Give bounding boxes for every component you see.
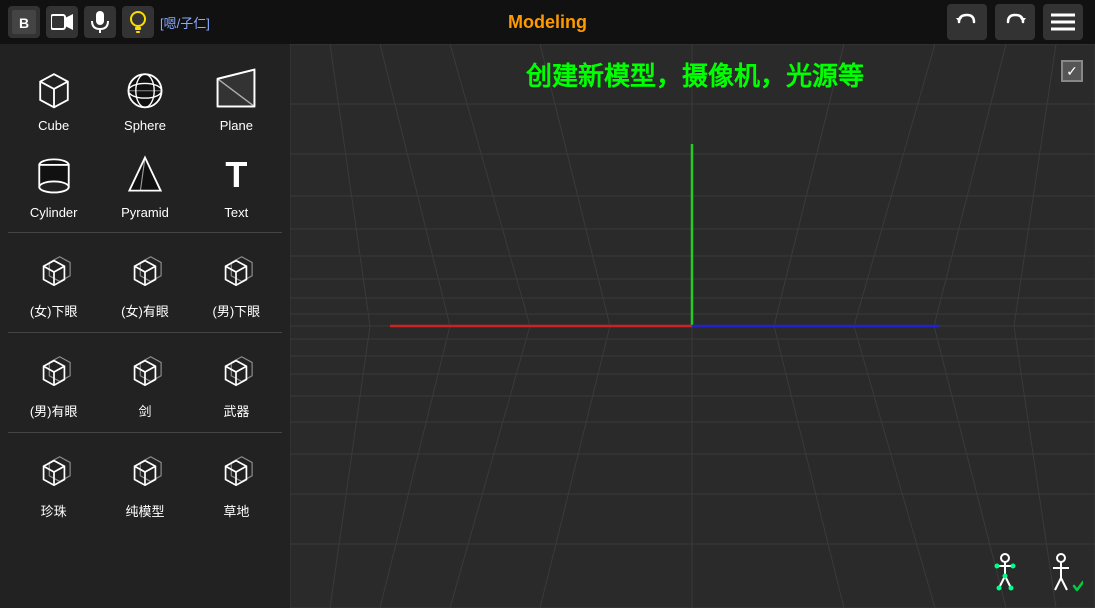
female-eye-label: (女)有眼 xyxy=(121,301,169,320)
person-icon[interactable] xyxy=(1039,552,1083,596)
pyramid-item[interactable]: Pyramid xyxy=(99,141,190,228)
male-lower-eye-item[interactable]: (男)下眼 xyxy=(191,237,282,328)
grass-label: 草地 xyxy=(223,501,249,520)
subtitle: 创建新模型，摄像机，光源等 xyxy=(295,50,1095,99)
bracket-text: [嗯/子仁] xyxy=(160,13,210,32)
text-item[interactable]: T Text xyxy=(191,141,282,228)
pearl-item[interactable]: 珍珠 xyxy=(8,437,99,528)
cube-label: Cube xyxy=(38,118,69,133)
female-lower-eye-icon xyxy=(28,245,80,297)
sphere-item[interactable]: Sphere xyxy=(99,54,190,141)
text-label: Text xyxy=(224,205,248,220)
grid-svg: .grid-line { stroke: #3a3a3a; stroke-wid… xyxy=(290,44,1095,608)
cylinder-icon xyxy=(28,149,80,201)
plane-icon xyxy=(210,62,262,114)
lightbulb-icon[interactable] xyxy=(122,6,154,38)
male-eye-item[interactable]: (男)有眼 xyxy=(8,337,99,428)
separator-2 xyxy=(8,332,282,333)
male-eye-label: (男)有眼 xyxy=(30,401,78,420)
header: B [嗯/子仁] Modeling xyxy=(0,0,1095,44)
pure-model-icon xyxy=(119,445,171,497)
viewport[interactable]: .grid-line { stroke: #3a3a3a; stroke-wid… xyxy=(290,44,1095,608)
sword-icon xyxy=(119,345,171,397)
grass-item[interactable]: 草地 xyxy=(191,437,282,528)
basic-shapes-grid: Cube Sphere xyxy=(8,54,282,228)
header-right xyxy=(947,4,1095,40)
female-eye-item[interactable]: (女)有眼 xyxy=(99,237,190,328)
cube-item[interactable]: Cube xyxy=(8,54,99,141)
male-lower-eye-label: (男)下眼 xyxy=(212,301,260,320)
redo-button[interactable] xyxy=(995,4,1035,40)
grass-icon xyxy=(210,445,262,497)
female-lower-eye-label: (女)下眼 xyxy=(30,301,78,320)
sphere-label: Sphere xyxy=(124,118,166,133)
weapon-item[interactable]: 武器 xyxy=(191,337,282,428)
pyramid-label: Pyramid xyxy=(121,205,169,220)
sword-label: 剑 xyxy=(138,401,151,420)
menu-button[interactable] xyxy=(1043,4,1083,40)
plane-item[interactable]: Plane xyxy=(191,54,282,141)
custom-row2: (男)有眼 剑 xyxy=(8,337,282,428)
separator-1 xyxy=(8,232,282,233)
pearl-label: 珍珠 xyxy=(41,501,67,520)
skeleton-icon[interactable] xyxy=(983,552,1027,596)
plane-label: Plane xyxy=(220,118,253,133)
sphere-icon xyxy=(119,62,171,114)
bottom-right-icons xyxy=(983,552,1083,596)
cube-icon xyxy=(28,62,80,114)
video-icon[interactable] xyxy=(46,6,78,38)
weapon-label: 武器 xyxy=(223,401,249,420)
viewport-checkbox[interactable]: ✓ xyxy=(1061,60,1083,82)
sword-item[interactable]: 剑 xyxy=(99,337,190,428)
custom-row3: 珍珠 纯模型 xyxy=(8,437,282,528)
header-title: Modeling xyxy=(508,12,587,33)
text-icon-el: T xyxy=(210,149,262,201)
left-panel: Cube Sphere xyxy=(0,44,290,608)
app-logo[interactable]: B xyxy=(8,6,40,38)
svg-text:B: B xyxy=(19,15,29,31)
separator-3 xyxy=(8,432,282,433)
cylinder-label: Cylinder xyxy=(30,205,78,220)
male-eye-icon xyxy=(28,345,80,397)
cylinder-item[interactable]: Cylinder xyxy=(8,141,99,228)
header-left: B [嗯/子仁] xyxy=(0,6,947,38)
pyramid-icon xyxy=(119,149,171,201)
female-eye-icon xyxy=(119,245,171,297)
pearl-icon xyxy=(28,445,80,497)
weapon-icon xyxy=(210,345,262,397)
custom-row1: (女)下眼 (女)有眼 xyxy=(8,237,282,328)
pure-model-item[interactable]: 纯模型 xyxy=(99,437,190,528)
pure-model-label: 纯模型 xyxy=(125,501,164,520)
undo-button[interactable] xyxy=(947,4,987,40)
female-lower-eye-item[interactable]: (女)下眼 xyxy=(8,237,99,328)
mic-icon[interactable] xyxy=(84,6,116,38)
male-lower-eye-icon xyxy=(210,245,262,297)
